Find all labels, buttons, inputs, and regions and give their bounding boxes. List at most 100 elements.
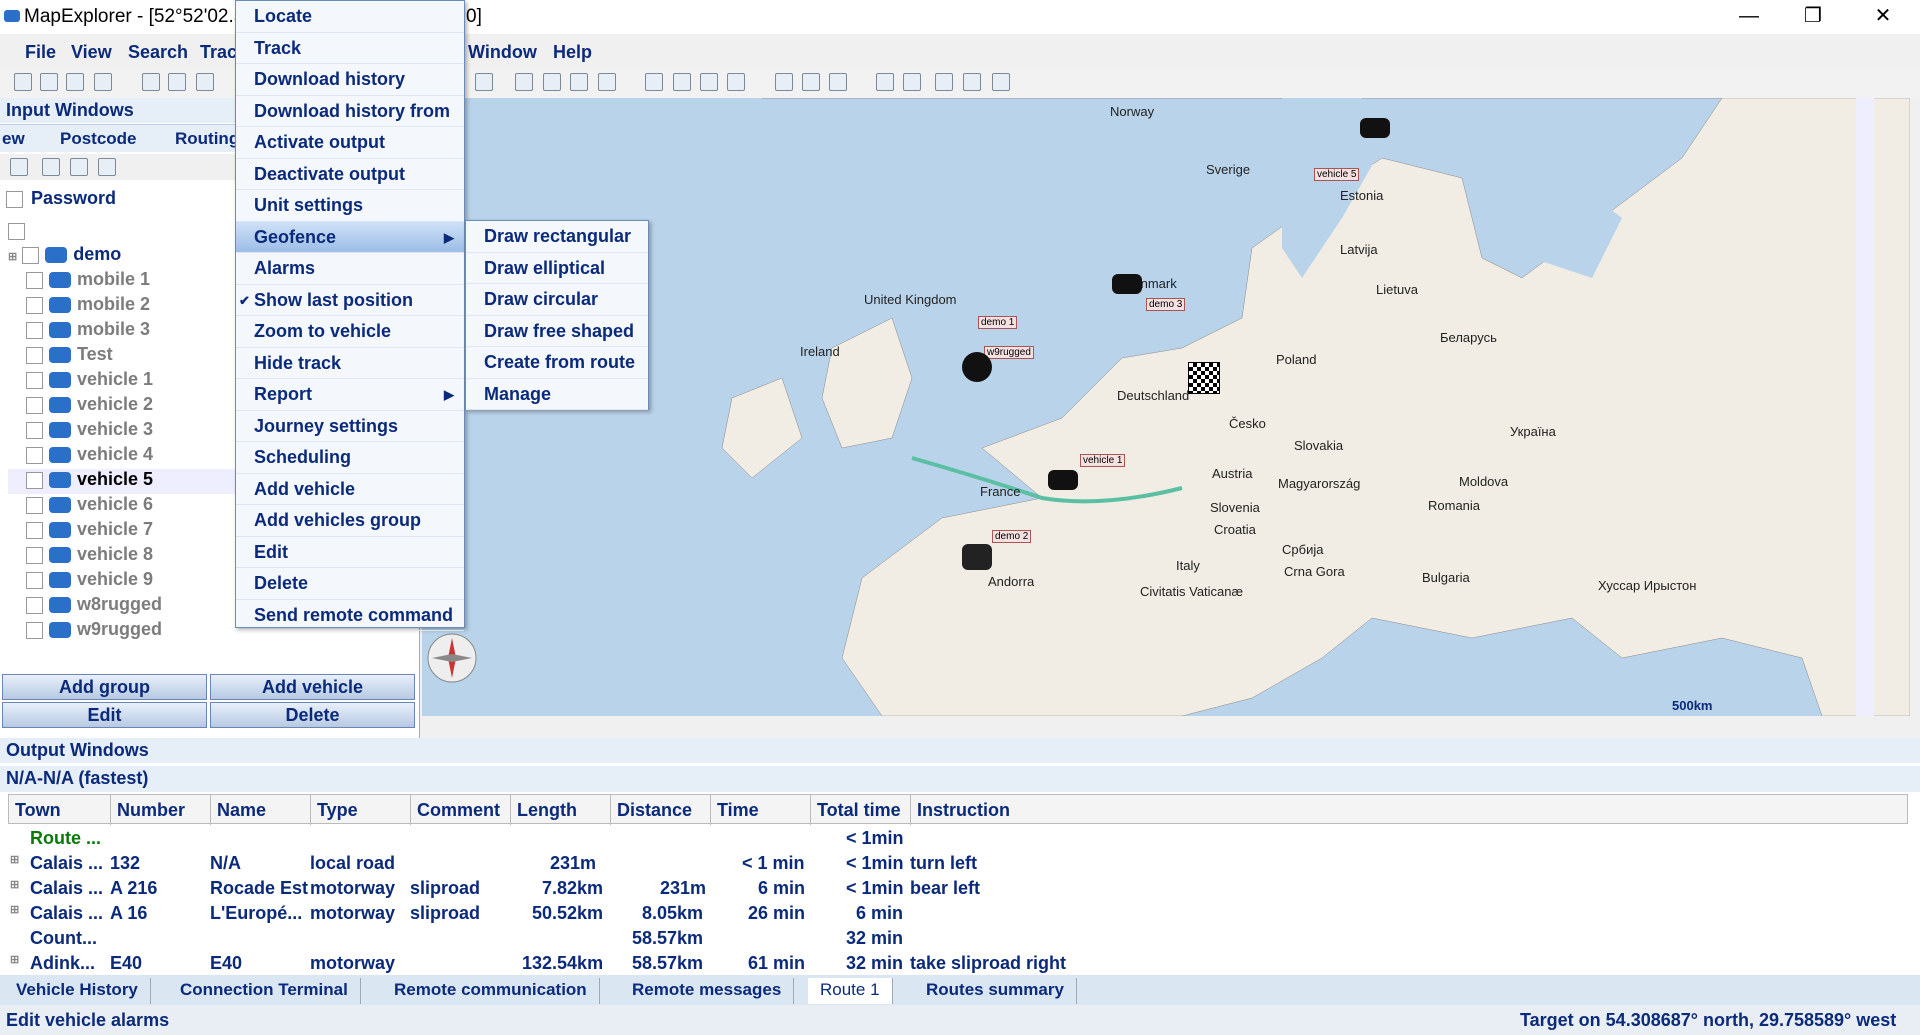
lock-icon[interactable] <box>963 73 981 91</box>
vehicle-marker-label[interactable]: w9rugged <box>984 346 1034 359</box>
menu-item-delete[interactable]: Delete <box>236 568 464 600</box>
edit-button[interactable]: Edit <box>2 702 207 728</box>
gear-icon[interactable] <box>475 73 493 91</box>
menu-item-locate[interactable]: Locate <box>236 1 464 33</box>
expand-icon[interactable]: ⊞ <box>10 878 19 891</box>
open-icon[interactable] <box>14 73 32 91</box>
menu-track[interactable]: Trac <box>200 42 237 63</box>
export-icon[interactable] <box>598 73 616 91</box>
tab-vehicle-history[interactable]: Vehicle History <box>4 978 151 1004</box>
van-icon[interactable] <box>962 544 992 570</box>
tab-view[interactable]: ew <box>2 129 25 149</box>
pin-icon[interactable] <box>515 73 533 91</box>
arrow-icon[interactable] <box>645 73 663 91</box>
table-row[interactable]: Route ... < 1min <box>10 828 1890 853</box>
menu-item-add-vehicle[interactable]: Add vehicle <box>236 474 464 505</box>
add-group-button[interactable]: Add group <box>2 674 207 700</box>
menu-item-alarms[interactable]: Alarms <box>236 253 464 285</box>
col-name[interactable]: Name <box>211 795 311 825</box>
vehicle-marker-label[interactable]: demo 2 <box>992 530 1032 543</box>
menu-item-deactivate-output[interactable]: Deactivate output <box>236 159 464 190</box>
pin2-icon[interactable] <box>543 73 561 91</box>
route-icon[interactable] <box>168 73 186 91</box>
vehicle-marker-label[interactable]: demo 1 <box>978 316 1018 329</box>
menu-item-download-history[interactable]: Download history <box>236 64 464 96</box>
submenu-item-draw-rectangular[interactable]: Draw rectangular <box>466 221 648 253</box>
menu-view[interactable]: View <box>71 42 112 63</box>
add-vehicle-button[interactable]: Add vehicle <box>210 674 415 700</box>
submenu-item-manage[interactable]: Manage <box>466 379 648 410</box>
menu-item-activate-output[interactable]: Activate output <box>236 127 464 159</box>
vehicle-marker-label[interactable]: demo 3 <box>1146 298 1186 311</box>
tab-connection-terminal[interactable]: Connection Terminal <box>168 978 361 1004</box>
minimize-button[interactable]: — <box>1726 0 1772 34</box>
tab-routing[interactable]: Routing <box>175 129 239 149</box>
new-icon[interactable] <box>40 73 58 91</box>
delete-button[interactable]: Delete <box>210 702 415 728</box>
map-vscrollbar[interactable] <box>1856 98 1874 716</box>
password-checkbox[interactable] <box>6 190 23 208</box>
menu-item-show-last-position[interactable]: ✔ Show last position <box>236 285 464 316</box>
car-icon[interactable] <box>1360 118 1390 138</box>
col-number[interactable]: Number <box>111 795 211 825</box>
vehicle-marker-label[interactable]: vehicle 1 <box>1080 454 1126 467</box>
submenu-item-draw-circular[interactable]: Draw circular <box>466 284 648 316</box>
zoom-out-icon[interactable] <box>70 158 88 176</box>
menu-item-track[interactable]: Track <box>236 33 464 64</box>
expand-icon[interactable]: ⊞ <box>10 853 19 866</box>
submenu-item-create-from-route[interactable]: Create from route <box>466 347 648 379</box>
table-row[interactable]: ⊞ Calais ... A 16 L'Europé... motorway s… <box>10 903 1890 928</box>
vehicle-group-icon[interactable] <box>962 352 992 382</box>
print-icon[interactable] <box>66 73 84 91</box>
network-icon[interactable] <box>700 73 718 91</box>
menu-help[interactable]: Help <box>553 42 592 63</box>
phone-icon[interactable] <box>10 158 28 176</box>
menu-window[interactable]: Window <box>468 42 537 63</box>
col-type[interactable]: Type <box>311 795 411 825</box>
menu-file[interactable]: File <box>25 42 56 63</box>
col-total-time[interactable]: Total time <box>811 795 911 825</box>
close-button[interactable]: ✕ <box>1860 0 1906 34</box>
window-icon[interactable] <box>829 73 847 91</box>
col-distance[interactable]: Distance <box>611 795 711 825</box>
clock-icon[interactable] <box>98 158 116 176</box>
split-icon[interactable] <box>802 73 820 91</box>
expand-icon[interactable]: ⊞ <box>10 953 19 966</box>
pin3-icon[interactable] <box>570 73 588 91</box>
menu-item-journey-settings[interactable]: Journey settings <box>236 411 464 442</box>
hand-icon[interactable] <box>673 73 691 91</box>
menu-item-add-vehicles-group[interactable]: Add vehicles group <box>236 505 464 537</box>
zoom-icon[interactable] <box>876 73 894 91</box>
menu-item-scheduling[interactable]: Scheduling <box>236 442 464 474</box>
menu-item-download-history-from[interactable]: Download history from <box>236 96 464 127</box>
tab-remote-communication[interactable]: Remote communication <box>382 978 600 1004</box>
col-length[interactable]: Length <box>511 795 611 825</box>
menu-item-edit[interactable]: Edit <box>236 537 464 568</box>
menu-item-report[interactable]: Report ▶ <box>236 379 464 411</box>
root-checkbox[interactable] <box>8 222 25 240</box>
menu-item-zoom-to-vehicle[interactable]: Zoom to vehicle <box>236 316 464 348</box>
maximize-button[interactable]: ❐ <box>1790 0 1836 34</box>
col-comment[interactable]: Comment <box>411 795 511 825</box>
col-instruction[interactable]: Instruction <box>911 795 1901 825</box>
table-row[interactable]: ⊞ Calais ... 132 N/A local road 231m < 1… <box>10 853 1890 878</box>
expand-icon[interactable]: ⊞ <box>10 903 19 916</box>
col-town[interactable]: Town <box>9 795 111 825</box>
zoom-in-icon[interactable] <box>42 158 60 176</box>
tab-routes-summary[interactable]: Routes summary <box>914 978 1077 1004</box>
tab-remote-messages[interactable]: Remote messages <box>620 978 795 1004</box>
chart-icon[interactable] <box>935 73 953 91</box>
car-icon[interactable] <box>1048 470 1078 490</box>
tab-postcode[interactable]: Postcode <box>60 129 137 149</box>
fit-icon[interactable] <box>775 73 793 91</box>
car-icon[interactable] <box>1112 274 1142 294</box>
menu-item-geofence[interactable]: Geofence ▶ <box>236 221 464 253</box>
menu-search[interactable]: Search <box>128 42 188 63</box>
flag-icon[interactable] <box>142 73 160 91</box>
target-icon[interactable] <box>903 73 921 91</box>
vehicle-marker-label[interactable]: vehicle 5 <box>1314 168 1360 181</box>
table-row[interactable]: Count... 58.57km 32 min <box>10 928 1890 953</box>
save-icon[interactable] <box>94 73 112 91</box>
tab-route-1[interactable]: Route 1 <box>808 978 893 1004</box>
menu-item-hide-track[interactable]: Hide track <box>236 348 464 379</box>
